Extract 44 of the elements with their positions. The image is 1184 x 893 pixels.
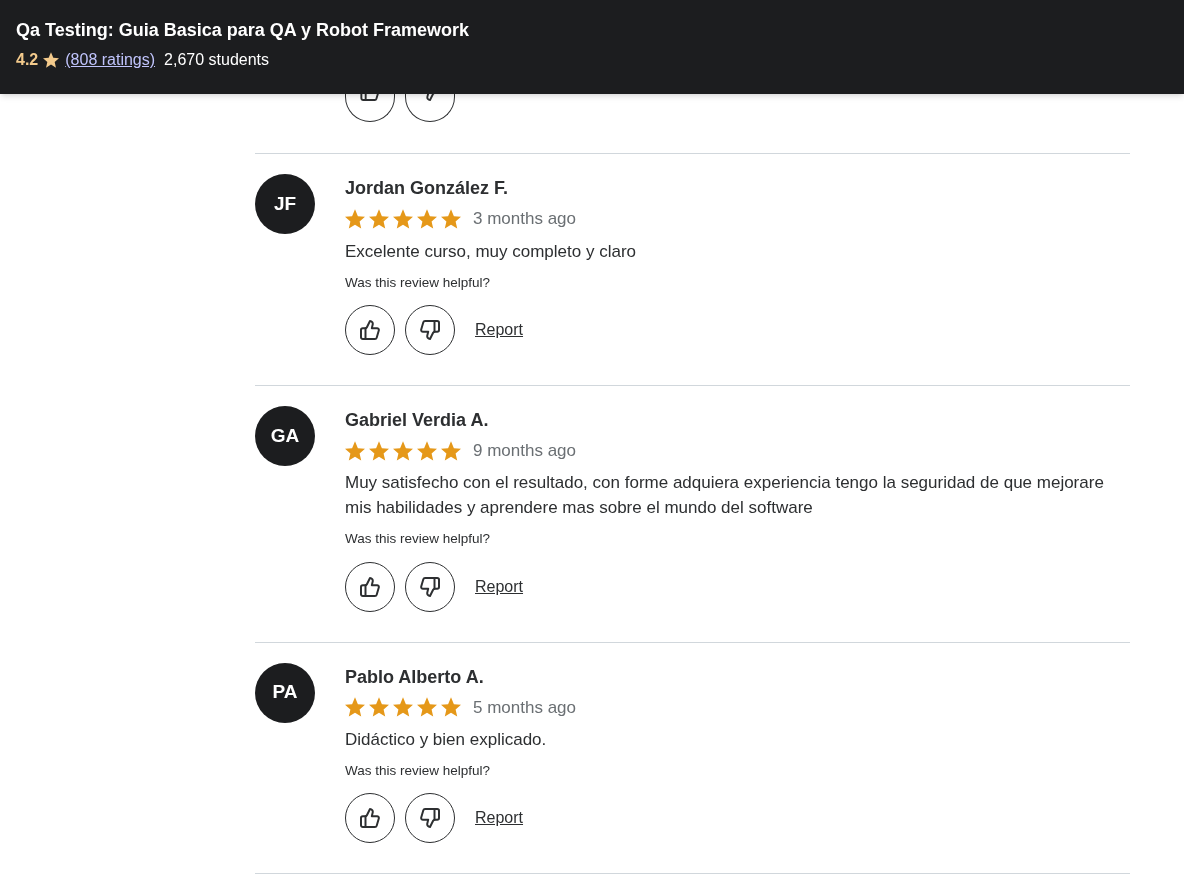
avatar: GA	[255, 405, 315, 466]
star-icon	[43, 52, 60, 68]
star-icon	[393, 208, 413, 229]
reviewer-name: Jordan González F.	[345, 177, 510, 200]
review-text: Didáctico y bien explicado.	[345, 729, 548, 751]
avatar: JF	[255, 174, 315, 234]
thumbs-down-button[interactable]	[405, 304, 455, 355]
thumbs-down-button[interactable]	[405, 561, 455, 612]
star-icon	[417, 697, 437, 718]
star-icon	[441, 697, 461, 718]
thumbs-down-button[interactable]	[405, 793, 455, 844]
helpful-question: Was this review helpful?	[345, 273, 492, 292]
star-icon	[345, 208, 365, 229]
reviewer-name: Gabriel Verdia A.	[345, 408, 490, 432]
review-time: 9 months ago	[473, 439, 576, 462]
review-text: Excelente curso, muy completo y claro	[345, 240, 637, 263]
star-icon	[441, 440, 461, 461]
students-count: 2,670 students	[164, 50, 270, 70]
star-icon	[345, 440, 365, 461]
thumbs-up-button[interactable]	[345, 793, 395, 844]
star-icon	[393, 440, 413, 461]
course-title: Qa Testing: Guia Basica para QA y Robot Framework	[16, 19, 471, 42]
star-icon	[417, 208, 437, 229]
star-icon	[369, 208, 389, 229]
star-icon	[417, 440, 437, 461]
rating-value: 4.2	[16, 50, 39, 70]
avatar: PA	[255, 662, 315, 723]
review-time: 3 months ago	[473, 208, 576, 230]
star-icon	[369, 440, 389, 461]
star-icon	[345, 697, 365, 718]
report-link[interactable]: Report	[475, 317, 524, 342]
review-time: 5 months ago	[473, 696, 576, 719]
ratings-link[interactable]: (808 ratings)	[65, 48, 156, 72]
thumbs-up-button[interactable]	[345, 304, 395, 355]
review-text: Muy satisfecho con el resultado, con forme adquiera experiencia tengo la seguridad de que mejorare mis habilidades y aprendere mas sobre el mundo del software	[345, 472, 1105, 520]
report-link[interactable]: Report	[475, 806, 524, 831]
helpful-question: Was this review helpful?	[345, 530, 492, 549]
star-icon	[393, 697, 413, 718]
star-icon	[369, 697, 389, 718]
reviewer-name: Pablo Alberto A.	[345, 665, 485, 689]
report-link[interactable]: Report	[475, 574, 524, 599]
thumbs-up-button[interactable]	[345, 561, 395, 612]
star-icon	[441, 208, 461, 229]
helpful-question: Was this review helpful?	[345, 762, 492, 780]
